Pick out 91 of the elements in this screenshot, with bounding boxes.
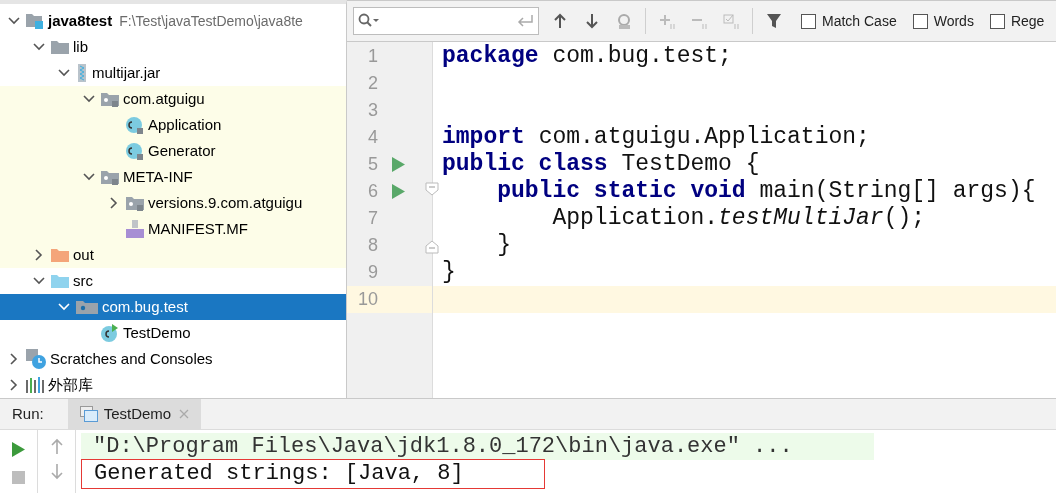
- tree-label: Application: [148, 114, 222, 135]
- line-number: 3: [367, 99, 378, 122]
- tree-item[interactable]: 外部库: [0, 372, 346, 398]
- run-icon[interactable]: [12, 442, 25, 457]
- scratches-icon: [26, 349, 46, 369]
- jar-file-icon: [76, 64, 88, 82]
- tree-item[interactable]: Generator: [0, 138, 346, 164]
- tree-label: MANIFEST.MF: [148, 218, 248, 239]
- line-number: 9: [367, 261, 378, 284]
- tree-item[interactable]: lib: [0, 34, 346, 60]
- checkbox-label: Match Case: [822, 11, 897, 31]
- checkbox[interactable]: [912, 13, 928, 29]
- tree-label: src: [73, 270, 93, 291]
- line-number: 6: [367, 180, 378, 203]
- line-number: 1: [367, 45, 378, 68]
- chevron-down-icon[interactable]: [8, 17, 20, 25]
- manifest-file-icon: [126, 220, 144, 238]
- tree-label: META-INF: [123, 166, 193, 187]
- tree-item[interactable]: META-INF: [0, 164, 346, 190]
- line-number: 8: [367, 234, 378, 257]
- runnable-class-icon: [101, 324, 119, 342]
- search-icon: [358, 13, 380, 29]
- run-tab[interactable]: TestDemo: [67, 399, 202, 429]
- checkbox[interactable]: [989, 13, 1005, 29]
- folder-icon: [51, 39, 69, 55]
- chevron-right-icon[interactable]: [110, 197, 118, 209]
- tree-label: lib: [73, 36, 88, 57]
- run-icon[interactable]: [392, 184, 405, 199]
- tree-item[interactable]: com.atguigu: [0, 86, 346, 112]
- panel-label: Run:: [11, 403, 45, 424]
- chevron-right-icon[interactable]: [10, 353, 18, 365]
- locked-package-icon: [126, 195, 144, 211]
- tree-item[interactable]: java8test F:\Test\javaTestDemo\java8te: [0, 8, 346, 34]
- tree-item[interactable]: versions.9.com.atguigu: [0, 190, 346, 216]
- tree-item[interactable]: Scratches and Consoles: [0, 346, 346, 372]
- class-icon: [126, 116, 144, 134]
- package-icon: [76, 299, 98, 315]
- chevron-down-icon[interactable]: [33, 43, 45, 51]
- folder-icon: [51, 273, 69, 289]
- class-icon: [126, 142, 144, 160]
- tree-label: 外部库: [48, 374, 93, 395]
- chevron-right-icon[interactable]: [10, 379, 18, 391]
- locked-package-icon: [101, 169, 119, 185]
- tree-label: versions.9.com.atguigu: [148, 192, 303, 213]
- tree-item[interactable]: com.bug.test: [0, 294, 346, 320]
- fold-marker-icon[interactable]: [425, 240, 439, 254]
- line-number: 7: [367, 207, 378, 230]
- tree-item[interactable]: MANIFEST.MF: [0, 216, 346, 242]
- tree-label: out: [73, 244, 94, 265]
- tree-label: Scratches and Consoles: [50, 348, 213, 369]
- chevron-down-icon[interactable]: [83, 173, 95, 181]
- code-line: package com.bug.test;: [442, 45, 732, 68]
- tree-label: multijar.jar: [92, 62, 161, 83]
- code-line: Application.testMultiJar();: [551, 207, 926, 230]
- checkbox[interactable]: [801, 13, 816, 29]
- checkbox-label: Rege: [1010, 11, 1045, 31]
- project-path: F:\Test\javaTestDemo\java8te: [119, 11, 303, 31]
- tree-label: Generator: [148, 140, 216, 161]
- line-number: 10: [356, 288, 378, 311]
- locked-package-icon: [101, 91, 119, 107]
- console-icon: [79, 406, 98, 422]
- chevron-down-icon[interactable]: [83, 95, 95, 103]
- tree-item[interactable]: Application: [0, 112, 346, 138]
- chevron-down-icon[interactable]: [58, 69, 70, 77]
- code-line: public class TestDemo {: [442, 153, 760, 176]
- run-icon[interactable]: [392, 157, 405, 172]
- tree-label: com.atguigu: [123, 88, 205, 109]
- module-folder-icon: [26, 13, 44, 29]
- chevron-down-icon[interactable]: [33, 277, 45, 285]
- code-line: }: [442, 261, 456, 284]
- checkbox-label: Words: [933, 11, 974, 31]
- line-number: 4: [367, 126, 378, 149]
- code-line: }: [496, 234, 511, 257]
- tree-label: java8test: [48, 10, 113, 31]
- console-line: "D:\Program Files\Java\jdk1.8.0_172\bin\java.exe" ...: [92, 435, 794, 458]
- code-line: import com.atguigu.Application;: [442, 126, 870, 149]
- enter-icon: [516, 14, 534, 28]
- line-number: 5: [367, 153, 378, 176]
- tree-label: TestDemo: [123, 322, 191, 343]
- tree-item[interactable]: TestDemo: [0, 320, 346, 346]
- folder-icon: [51, 247, 69, 263]
- search-field[interactable]: [353, 7, 539, 35]
- tree-item[interactable]: multijar.jar: [0, 60, 346, 86]
- line-number: 2: [367, 72, 378, 95]
- tree-label: com.bug.test: [102, 296, 188, 317]
- fold-marker-icon[interactable]: [425, 182, 439, 196]
- library-icon: [26, 377, 44, 393]
- tree-item[interactable]: out: [0, 242, 346, 268]
- tree-item[interactable]: src: [0, 268, 346, 294]
- code-line: public static void main(String[] args){: [496, 180, 1036, 203]
- chevron-right-icon[interactable]: [35, 249, 43, 261]
